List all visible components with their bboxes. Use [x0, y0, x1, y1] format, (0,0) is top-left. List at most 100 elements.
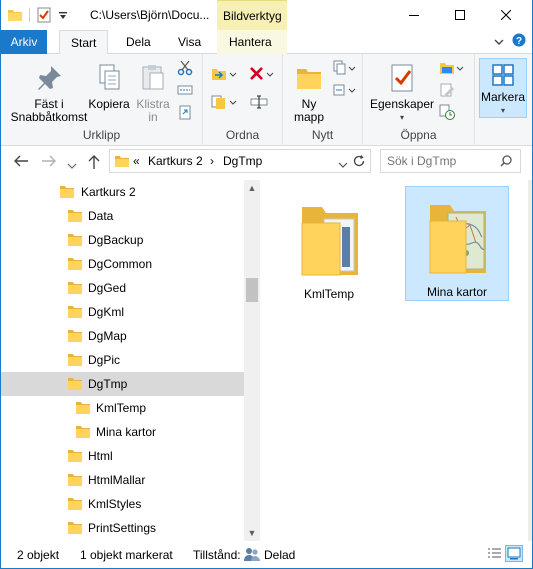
tab-start[interactable]: Start — [59, 30, 109, 55]
tree-label: Data — [88, 209, 114, 223]
group-markera: Markera ▾ — [475, 54, 532, 146]
tree-item-dgtmp[interactable]: DgTmp — [1, 372, 244, 396]
tree-item-html[interactable]: Html — [1, 444, 244, 468]
status-bar: 2 objekt 1 objekt markerat Tillstånd: De… — [1, 541, 532, 568]
folder-icon — [67, 521, 83, 535]
address-bar[interactable]: « Kartkurs 2 › DgTmp — [109, 149, 371, 173]
tree-item-kartkurs-2[interactable]: Kartkurs 2 — [1, 180, 244, 204]
back-arrow-icon[interactable] — [13, 154, 29, 171]
group-label-oppna: Öppna — [400, 128, 437, 142]
copy-to-icon[interactable] — [211, 94, 237, 110]
ribbon: Fäst i Snabbåtkomst Kopiera Klistra in U… — [1, 54, 532, 146]
breadcrumb-kartkurs-2[interactable]: Kartkurs 2 — [148, 154, 203, 168]
folder-item-label: KmlTemp — [303, 287, 354, 301]
file-list: KmlTemp Mina kartor — [263, 180, 532, 541]
cut-icon[interactable] — [177, 60, 193, 76]
tree-label: KmlTemp — [96, 401, 147, 415]
group-label-ordna: Ordna — [225, 128, 260, 142]
status-selected-count: 1 objekt markerat — [80, 548, 173, 562]
tree-item-dgcommon[interactable]: DgCommon — [1, 252, 244, 276]
large-icons-view-icon[interactable] — [505, 545, 523, 562]
new-folder-button[interactable]: Ny mapp — [289, 62, 329, 124]
navigation-pane-scrollbar[interactable]: ▲ ▼ — [244, 180, 260, 541]
scrollbar-thumb[interactable] — [246, 278, 258, 302]
tab-visa[interactable]: Visa — [167, 30, 212, 54]
folder-with-map-icon — [429, 205, 486, 274]
scroll-down-arrow-icon[interactable]: ▼ — [244, 525, 260, 541]
rename-icon[interactable] — [249, 94, 269, 110]
tab-dela[interactable]: Dela — [115, 30, 162, 54]
select-dropdown-icon: ▾ — [500, 106, 505, 115]
tree-item-mina-kartor[interactable]: Mina kartor — [1, 420, 244, 444]
close-button[interactable] — [483, 0, 529, 30]
properties-label: Egenskaper — [369, 97, 435, 111]
folder-item-label: Mina kartor — [426, 285, 488, 299]
context-tab-group-label: Bildverktyg — [223, 9, 282, 23]
group-ordna: Ordna — [203, 54, 283, 146]
customize-toolbar-dropdown-icon[interactable] — [58, 7, 68, 23]
group-label-nytt: Nytt — [311, 128, 334, 142]
folder-icon — [59, 185, 75, 199]
properties-button[interactable]: Egenskaper ▾ — [369, 62, 435, 124]
svg-text:?: ? — [516, 36, 522, 47]
easy-access-icon[interactable] — [333, 82, 357, 98]
new-item-icon[interactable] — [333, 60, 357, 76]
history-icon[interactable] — [439, 104, 455, 120]
help-icon[interactable]: ? — [512, 33, 526, 50]
tree-item-dgmap[interactable]: DgMap — [1, 324, 244, 348]
navigation-pane: Kartkurs 2 Data DgBackup DgCommon DgGed … — [1, 180, 260, 541]
copy-button[interactable]: Kopiera — [87, 62, 131, 111]
address-overflow-button[interactable]: « — [133, 154, 140, 168]
search-icon[interactable] — [500, 155, 512, 170]
properties-checkmark-icon[interactable] — [36, 7, 52, 23]
tree-item-dgged[interactable]: DgGed — [1, 276, 244, 300]
minimize-button[interactable] — [391, 0, 437, 30]
select-button[interactable]: Markera ▾ — [479, 58, 527, 118]
maximize-button[interactable] — [437, 0, 483, 30]
status-state-label: Tillstånd: — [193, 548, 241, 562]
edit-icon[interactable] — [439, 82, 455, 98]
copy-path-icon[interactable] — [177, 82, 193, 98]
pin-quick-access-button[interactable]: Fäst i Snabbåtkomst — [9, 62, 89, 124]
search-input[interactable] — [387, 153, 497, 169]
tab-arkiv[interactable]: Arkiv — [1, 30, 47, 54]
tree-label: HtmlMallar — [88, 473, 146, 487]
forward-arrow-icon[interactable] — [41, 154, 57, 171]
open-icon[interactable] — [439, 60, 465, 76]
tree-item-dgpic[interactable]: DgPic — [1, 348, 244, 372]
refresh-icon[interactable] — [352, 154, 366, 171]
paste-button[interactable]: Klistra in — [133, 62, 173, 124]
group-nytt: Ny mapp Nytt — [283, 54, 363, 146]
folder-item-kmltemp[interactable]: KmlTemp — [277, 188, 381, 302]
breadcrumb-dgtmp[interactable]: DgTmp — [223, 154, 262, 168]
tab-hantera[interactable]: Hantera — [217, 30, 287, 54]
search-box[interactable] — [380, 149, 521, 173]
properties-icon — [386, 62, 418, 94]
chevron-down-icon[interactable] — [494, 35, 504, 49]
explorer-window: C:\Users\Björn\Docu... Bildverktyg Arkiv… — [0, 0, 533, 569]
select-label: Markera — [480, 90, 525, 104]
tree-item-printsettings[interactable]: PrintSettings — [1, 516, 244, 540]
up-arrow-icon[interactable] — [87, 154, 101, 173]
tree-item-htmlmallar[interactable]: HtmlMallar — [1, 468, 244, 492]
tree-item-kmlstyles[interactable]: KmlStyles — [1, 492, 244, 516]
tree-item-data[interactable]: Data — [1, 204, 244, 228]
paste-icon — [137, 62, 169, 94]
tree-item-kmltemp[interactable]: KmlTemp — [1, 396, 244, 420]
ribbon-tabs: Arkiv Start Dela Visa Hantera — [1, 30, 532, 55]
breadcrumb-separator[interactable]: › — [210, 154, 214, 168]
tree-label: DgTmp — [88, 377, 128, 391]
folder-item-mina-kartor[interactable]: Mina kartor — [405, 186, 509, 301]
group-urklipp: Fäst i Snabbåtkomst Kopiera Klistra in U… — [1, 54, 203, 146]
background-window-edge — [528, 180, 532, 541]
tree-item-dgbackup[interactable]: DgBackup — [1, 228, 244, 252]
details-view-icon[interactable] — [485, 545, 503, 562]
recent-locations-chevron-icon[interactable] — [67, 157, 77, 173]
paste-shortcut-icon[interactable] — [177, 104, 193, 120]
scroll-up-arrow-icon[interactable]: ▲ — [244, 180, 260, 196]
delete-icon[interactable] — [249, 66, 275, 82]
new-folder-icon — [293, 62, 325, 94]
address-dropdown-chevron-icon[interactable] — [338, 158, 348, 172]
move-to-icon[interactable] — [211, 66, 237, 82]
tree-item-dgkml[interactable]: DgKml — [1, 300, 244, 324]
